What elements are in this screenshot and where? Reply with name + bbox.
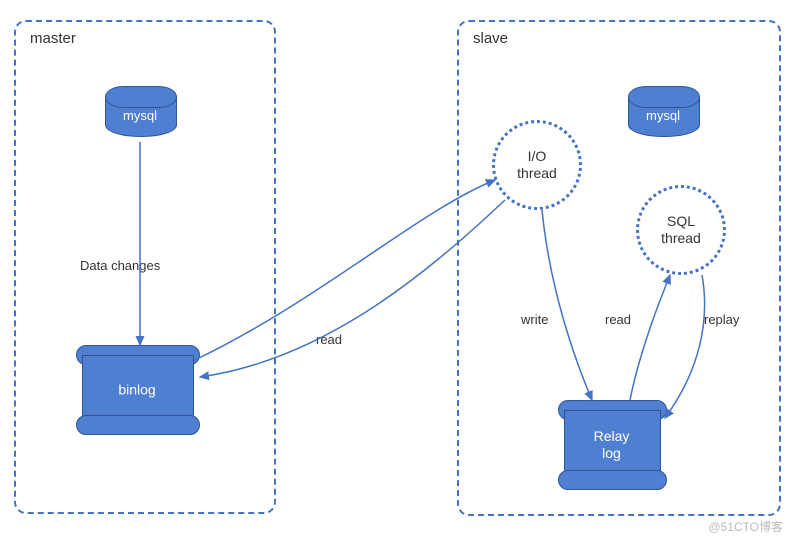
cylinder-top-icon [105,86,177,108]
io-thread-circle: I/O thread [492,120,582,210]
io-thread-label: I/O thread [517,148,557,182]
sql-thread-circle: SQL thread [636,185,726,275]
slave-panel-title: slave [473,30,508,47]
read-binlog-label: read [316,332,342,347]
relay-log-label: Relay log [564,428,659,462]
master-panel-title: master [30,30,76,47]
master-db-label: mysql [105,108,175,123]
binlog-label: binlog [82,382,192,399]
scroll-roll-icon [558,470,667,490]
relay-log-scroll: Relay log [564,400,659,490]
sql-thread-label: SQL thread [661,213,701,247]
scroll-roll-icon [76,415,200,435]
replay-label: replay [704,312,739,327]
binlog-scroll: binlog [82,345,192,435]
data-changes-label: Data changes [80,258,160,273]
slave-mysql-db: mysql [628,86,698,141]
write-label: write [521,312,548,327]
master-mysql-db: mysql [105,86,175,141]
watermark-text: @51CTO博客 [708,518,783,535]
cylinder-top-icon [628,86,700,108]
read-relay-label: read [605,312,631,327]
slave-db-label: mysql [628,108,698,123]
